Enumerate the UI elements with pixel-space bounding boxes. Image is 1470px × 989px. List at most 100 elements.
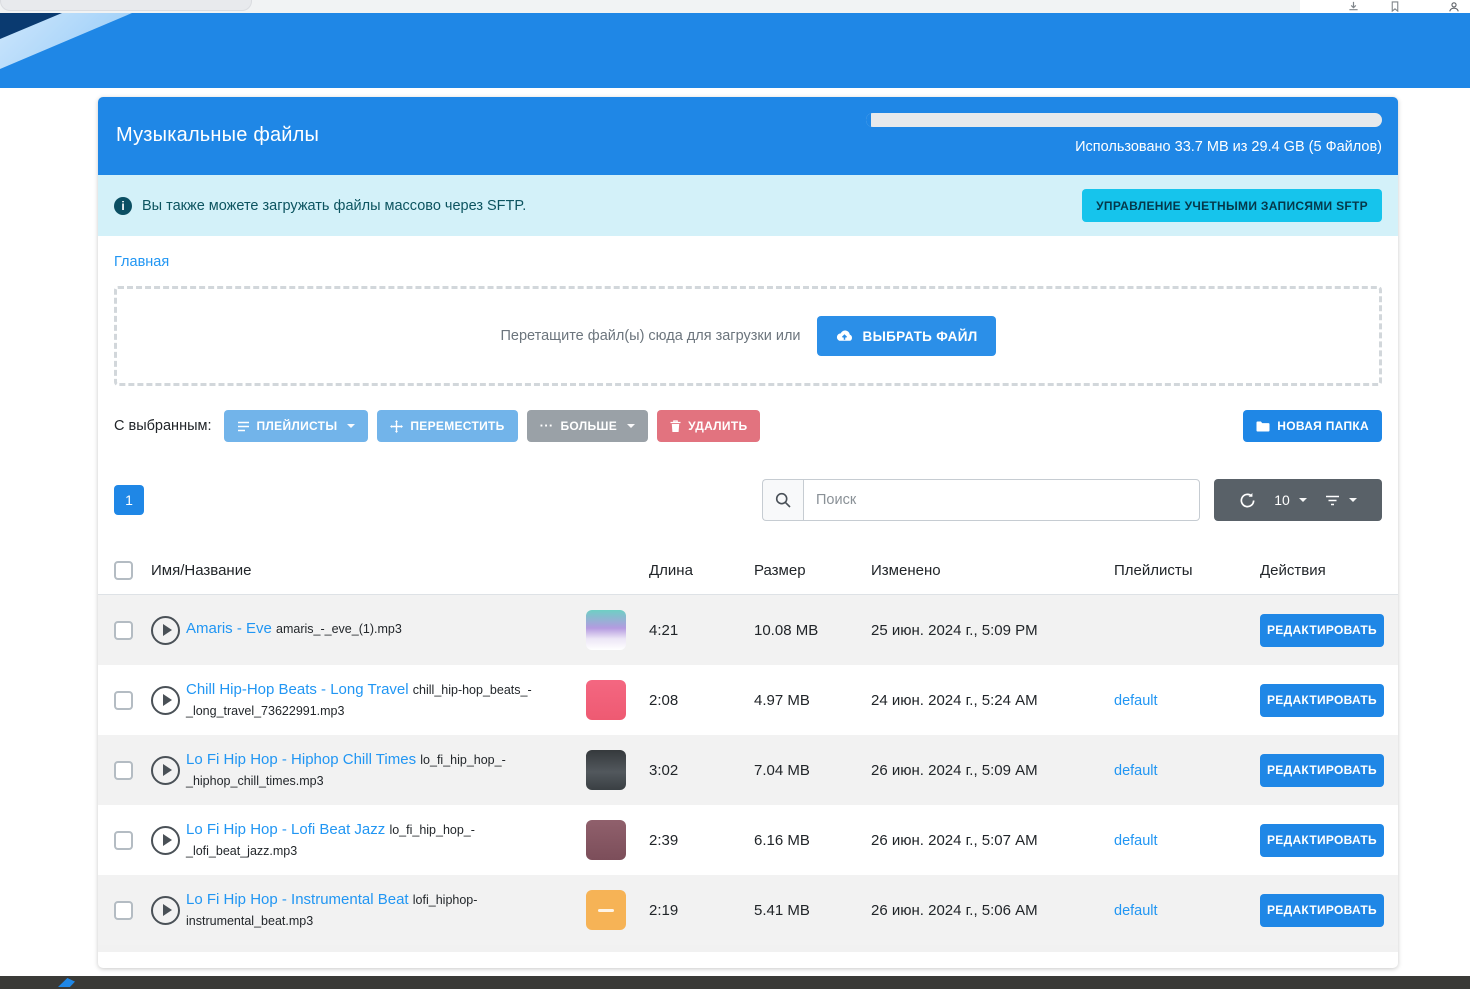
- row-checkbox[interactable]: [114, 691, 133, 710]
- edit-button[interactable]: РЕДАКТИРОВАТЬ: [1260, 614, 1384, 647]
- modified-cell: 26 июн. 2024 г., 5:06 AM: [871, 902, 1114, 919]
- album-art: [586, 610, 626, 650]
- play-button[interactable]: [151, 756, 180, 785]
- play-icon: [163, 764, 172, 776]
- delete-button-label: УДАЛИТЬ: [688, 419, 747, 433]
- refresh-button[interactable]: [1239, 492, 1256, 509]
- file-title-link[interactable]: Lo Fi Hip Hop - Instrumental Beat: [186, 891, 409, 908]
- table-row: Chill Hip-Hop Beats - Long Travel chill_…: [98, 665, 1398, 735]
- breadcrumb-home-link[interactable]: Главная: [114, 254, 169, 270]
- column-header-playlists[interactable]: Плейлисты: [1114, 562, 1260, 579]
- filter-icon: [1325, 495, 1340, 506]
- playlists-cell: default: [1114, 832, 1260, 849]
- breadcrumb: Главная: [114, 254, 1382, 270]
- edit-button[interactable]: РЕДАКТИРОВАТЬ: [1260, 824, 1384, 857]
- edit-button[interactable]: РЕДАКТИРОВАТЬ: [1260, 754, 1384, 787]
- footer-bar: [0, 976, 1470, 989]
- caret-down-icon: [347, 424, 355, 428]
- search-icon: [775, 492, 791, 508]
- more-icon: ···: [540, 422, 554, 430]
- size-cell: 5.41 MB: [754, 902, 871, 919]
- profile-icon[interactable]: [1448, 1, 1460, 13]
- row-checkbox[interactable]: [114, 761, 133, 780]
- sftp-info-banner: i Вы также можете загружать файлы массов…: [98, 175, 1398, 236]
- row-checkbox[interactable]: [114, 901, 133, 920]
- storage-usage-text: Использовано 33.7 MB из 29.4 GB (5 Файло…: [1075, 139, 1382, 155]
- playlists-cell: default: [1114, 902, 1260, 919]
- file-title-link[interactable]: Chill Hip-Hop Beats - Long Travel: [186, 681, 409, 698]
- play-button[interactable]: [151, 686, 180, 715]
- play-button[interactable]: [151, 616, 180, 645]
- file-title-link[interactable]: Amaris - Eve: [186, 620, 272, 637]
- choose-file-label: ВЫБРАТЬ ФАЙЛ: [863, 329, 978, 344]
- modified-cell: 24 июн. 2024 г., 5:24 AM: [871, 692, 1114, 709]
- more-button[interactable]: ··· БОЛЬШЕ: [527, 410, 648, 442]
- new-folder-button-label: НОВАЯ ПАПКА: [1277, 419, 1369, 433]
- modified-cell: 26 июн. 2024 г., 5:07 AM: [871, 832, 1114, 849]
- more-button-label: БОЛЬШЕ: [560, 419, 617, 433]
- size-cell: 7.04 MB: [754, 762, 871, 779]
- move-button[interactable]: ПЕРЕМЕСТИТЬ: [377, 410, 517, 442]
- playlist-link[interactable]: default: [1114, 693, 1158, 709]
- browser-toolbar-right: [1300, 0, 1470, 13]
- column-header-size[interactable]: Размер: [754, 562, 871, 579]
- play-button[interactable]: [151, 896, 180, 925]
- dropzone-prompt: Перетащите файл(ы) сюда для загрузки или: [500, 328, 800, 344]
- playlist-link[interactable]: default: [1114, 903, 1158, 919]
- edit-button[interactable]: РЕДАКТИРОВАТЬ: [1260, 894, 1384, 927]
- bookmark-icon[interactable]: [1390, 1, 1400, 12]
- file-name: amaris_-_eve_(1).mp3: [276, 622, 402, 636]
- play-button[interactable]: [151, 826, 180, 855]
- page-title: Музыкальные файлы: [116, 124, 319, 147]
- column-header-name[interactable]: Имя/Название: [151, 562, 649, 579]
- search-bar: [762, 479, 1200, 521]
- info-icon: i: [114, 197, 132, 215]
- duration-cell: 4:21: [649, 622, 754, 639]
- modified-cell: 25 июн. 2024 г., 5:09 PM: [871, 622, 1114, 639]
- bulk-actions-row: С выбранным: ПЛЕЙЛИСТЫ ПЕРЕМЕСТИТЬ ··· Б…: [114, 410, 1382, 442]
- album-art: [586, 750, 626, 790]
- row-checkbox[interactable]: [114, 831, 133, 850]
- refresh-icon: [1239, 492, 1256, 509]
- download-icon[interactable]: [1348, 1, 1359, 12]
- column-header-modified[interactable]: Изменено: [871, 562, 1114, 579]
- column-header-actions: Действия: [1260, 562, 1384, 579]
- search-input[interactable]: [803, 479, 1200, 521]
- duration-cell: 2:19: [649, 902, 754, 919]
- new-folder-button[interactable]: НОВАЯ ПАПКА: [1243, 410, 1382, 442]
- file-title-link[interactable]: Lo Fi Hip Hop - Lofi Beat Jazz: [186, 821, 385, 838]
- list-toolbar-row: 1 10: [114, 479, 1382, 521]
- browser-chrome-strip: [0, 0, 1300, 13]
- caret-down-icon: [1349, 498, 1357, 502]
- playlist-link[interactable]: default: [1114, 763, 1158, 779]
- duration-cell: 2:08: [649, 692, 754, 709]
- table-row: Lo Fi Hip Hop - Hiphop Chill Times lo_fi…: [98, 735, 1398, 805]
- row-checkbox[interactable]: [114, 621, 133, 640]
- trash-icon: [670, 420, 681, 433]
- playlist-link[interactable]: default: [1114, 833, 1158, 849]
- choose-file-button[interactable]: ВЫБРАТЬ ФАЙЛ: [817, 316, 996, 356]
- duration-cell: 3:02: [649, 762, 754, 779]
- file-title-link[interactable]: Lo Fi Hip Hop - Hiphop Chill Times: [186, 751, 416, 768]
- storage-progress-bar: [866, 113, 1382, 127]
- per-page-dropdown[interactable]: 10: [1274, 492, 1307, 508]
- edit-button[interactable]: РЕДАКТИРОВАТЬ: [1260, 684, 1384, 717]
- playlists-button[interactable]: ПЛЕЙЛИСТЫ: [224, 410, 369, 442]
- browser-tab[interactable]: [0, 0, 252, 11]
- move-button-label: ПЕРЕМЕСТИТЬ: [410, 419, 504, 433]
- select-all-checkbox[interactable]: [114, 561, 133, 580]
- delete-button[interactable]: УДАЛИТЬ: [657, 410, 760, 442]
- column-header-duration[interactable]: Длина: [649, 562, 754, 579]
- size-cell: 10.08 MB: [754, 622, 871, 639]
- album-art: [586, 680, 626, 720]
- upload-dropzone[interactable]: Перетащите файл(ы) сюда для загрузки или…: [114, 286, 1382, 386]
- playlists-cell: default: [1114, 762, 1260, 779]
- duration-cell: 2:39: [649, 832, 754, 849]
- modified-cell: 26 июн. 2024 г., 5:09 AM: [871, 762, 1114, 779]
- manage-sftp-accounts-button[interactable]: УПРАВЛЕНИЕ УЧЕТНЫМИ ЗАПИСЯМИ SFTP: [1082, 189, 1382, 222]
- play-icon: [163, 904, 172, 916]
- size-cell: 4.97 MB: [754, 692, 871, 709]
- pagination-page-1-button[interactable]: 1: [114, 485, 144, 515]
- folder-icon: [1256, 421, 1270, 432]
- filter-dropdown[interactable]: [1325, 495, 1357, 506]
